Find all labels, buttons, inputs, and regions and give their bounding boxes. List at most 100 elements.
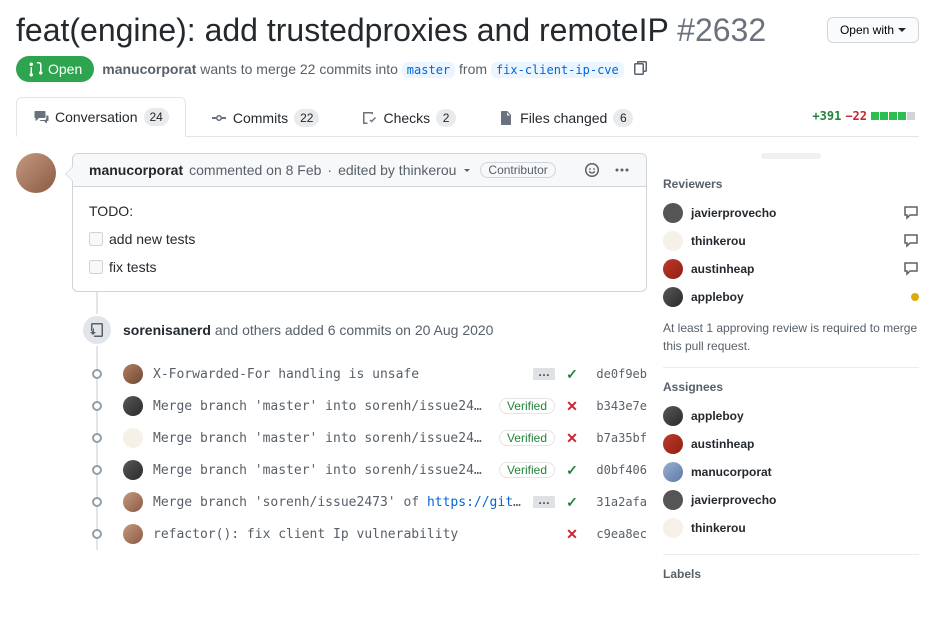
reviewer-name[interactable]: appleboy xyxy=(691,290,903,304)
commit-sha[interactable]: b343e7e xyxy=(589,399,647,413)
commit-message[interactable]: Merge branch 'sorenh/issue2473' of https… xyxy=(153,495,523,510)
avatar[interactable] xyxy=(123,524,143,544)
reviewer-name[interactable]: austinheap xyxy=(691,262,895,276)
commit-link[interactable]: https://github.com/sorenh/gin xyxy=(427,495,523,510)
assignee-name[interactable]: appleboy xyxy=(691,409,919,423)
commit-graph-dot xyxy=(81,465,113,475)
avatar[interactable] xyxy=(16,153,56,193)
file-diff-icon xyxy=(498,110,514,126)
review-pending-icon[interactable] xyxy=(911,290,919,304)
commit-message[interactable]: X-Forwarded-For handling is unsafe xyxy=(153,367,523,382)
avatar[interactable] xyxy=(663,434,683,454)
commit-graph-dot xyxy=(81,401,113,411)
tab-conversation[interactable]: Conversation 24 xyxy=(16,97,186,137)
head-branch[interactable]: fix-client-ip-cve xyxy=(491,62,624,78)
pr-merge-text: manucorporat wants to merge 22 commits i… xyxy=(102,61,624,77)
review-comment-icon[interactable] xyxy=(903,260,919,279)
tab-commits[interactable]: Commits 22 xyxy=(194,98,337,137)
assignee-row: manucorporat xyxy=(663,458,919,486)
commit-sha[interactable]: 31a2afa xyxy=(589,495,647,509)
commit-graph-dot xyxy=(81,369,113,379)
edited-caret-icon[interactable] xyxy=(464,169,470,172)
x-icon[interactable]: ✕ xyxy=(565,398,579,415)
reviewer-row: austinheap xyxy=(663,255,919,283)
x-icon[interactable]: ✕ xyxy=(565,526,579,543)
avatar[interactable] xyxy=(663,287,683,307)
timeline-event-commits-added: sorenisanerd and others added 6 commits … xyxy=(16,302,647,358)
avatar[interactable] xyxy=(663,518,683,538)
commit-sha[interactable]: b7a35bf xyxy=(589,431,647,445)
task-checkbox[interactable] xyxy=(89,260,103,274)
avatar[interactable] xyxy=(123,396,143,416)
diffstat[interactable]: +391 −22 xyxy=(812,109,919,123)
comment-author[interactable]: manucorporat xyxy=(89,162,183,178)
x-icon[interactable]: ✕ xyxy=(565,430,579,447)
avatar[interactable] xyxy=(663,462,683,482)
avatar[interactable] xyxy=(123,492,143,512)
comment-body: TODO: add new tests fix tests xyxy=(73,187,646,291)
avatar[interactable] xyxy=(123,460,143,480)
verified-badge[interactable]: Verified xyxy=(499,462,555,478)
comment-time[interactable]: commented on 8 Feb xyxy=(189,162,321,178)
commit-row: Merge branch 'master' into sorenh/issue2… xyxy=(16,454,647,486)
assignee-name[interactable]: manucorporat xyxy=(691,465,919,479)
open-with-button[interactable]: Open with xyxy=(827,17,919,43)
reviewer-row: javierprovecho xyxy=(663,199,919,227)
avatar[interactable] xyxy=(663,231,683,251)
state-badge-open: Open xyxy=(16,56,94,82)
commit-row: Merge branch 'master' into sorenh/issue2… xyxy=(16,422,647,454)
reviewer-name[interactable]: javierprovecho xyxy=(691,206,895,220)
copy-branch-icon[interactable] xyxy=(632,60,648,79)
diff-squares-icon xyxy=(871,112,915,120)
base-branch[interactable]: master xyxy=(402,62,455,78)
commit-sha[interactable]: d0bf406 xyxy=(589,463,647,477)
check-icon[interactable]: ✓ xyxy=(565,366,579,383)
deletions-count: −22 xyxy=(845,109,867,123)
event-date[interactable]: on 20 Aug 2020 xyxy=(395,322,493,338)
review-comment-icon[interactable] xyxy=(903,232,919,251)
comment-menu-icon[interactable] xyxy=(614,162,630,178)
avatar[interactable] xyxy=(663,259,683,279)
check-icon[interactable]: ✓ xyxy=(565,494,579,511)
check-icon[interactable]: ✓ xyxy=(565,462,579,479)
avatar[interactable] xyxy=(123,428,143,448)
reviewer-name[interactable]: thinkerou xyxy=(691,234,895,248)
expand-message-icon[interactable]: … xyxy=(533,368,555,380)
comment-todo-label: TODO: xyxy=(89,203,630,219)
commit-graph-dot xyxy=(81,497,113,507)
assignee-name[interactable]: thinkerou xyxy=(691,521,919,535)
commit-message[interactable]: Merge branch 'master' into sorenh/issue2… xyxy=(153,399,489,414)
expand-message-icon[interactable]: … xyxy=(533,496,555,508)
avatar[interactable] xyxy=(663,406,683,426)
drag-handle-icon[interactable] xyxy=(761,153,821,159)
event-author[interactable]: sorenisanerd xyxy=(123,322,211,338)
edited-label[interactable]: edited by thinkerou xyxy=(338,162,456,178)
assignee-name[interactable]: javierprovecho xyxy=(691,493,919,507)
commit-message[interactable]: Merge branch 'master' into sorenh/issue2… xyxy=(153,463,489,478)
assignee-name[interactable]: austinheap xyxy=(691,437,919,451)
tab-files[interactable]: Files changed 6 xyxy=(481,98,650,137)
commit-message[interactable]: Merge branch 'master' into sorenh/issue2… xyxy=(153,431,489,446)
pr-author[interactable]: manucorporat xyxy=(102,61,196,77)
repo-push-icon xyxy=(81,314,113,346)
comment-block: manucorporat commented on 8 Feb · edited… xyxy=(16,153,647,292)
commit-sha[interactable]: de0f9eb xyxy=(589,367,647,381)
files-count: 6 xyxy=(613,109,633,127)
avatar[interactable] xyxy=(663,490,683,510)
review-comment-icon[interactable] xyxy=(903,204,919,223)
task-checkbox[interactable] xyxy=(89,232,103,246)
tab-checks[interactable]: Checks 2 xyxy=(344,98,473,137)
caret-down-icon xyxy=(898,28,906,32)
avatar[interactable] xyxy=(663,203,683,223)
timeline-event-text: sorenisanerd and others added 6 commits … xyxy=(123,322,493,338)
avatar[interactable] xyxy=(123,364,143,384)
verified-badge[interactable]: Verified xyxy=(499,430,555,446)
commit-graph-dot xyxy=(81,529,113,539)
labels-title: Labels xyxy=(663,567,919,581)
commit-message[interactable]: refactor(): fix client Ip vulnerability xyxy=(153,527,555,542)
commits-count: 22 xyxy=(294,109,319,127)
commit-row: refactor(): fix client Ip vulnerability ✕… xyxy=(16,518,647,550)
add-reaction-icon[interactable] xyxy=(584,162,600,178)
verified-badge[interactable]: Verified xyxy=(499,398,555,414)
commit-sha[interactable]: c9ea8ec xyxy=(589,527,647,541)
